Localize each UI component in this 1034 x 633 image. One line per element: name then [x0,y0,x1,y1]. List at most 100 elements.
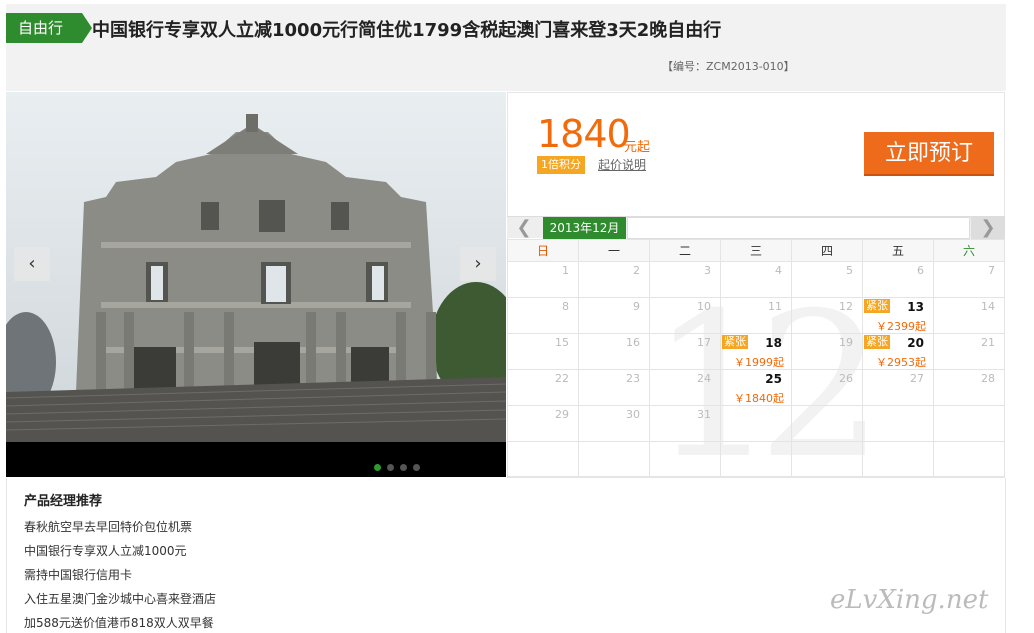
calendar-day [791,441,863,478]
brand-watermark: eLvXing.net [830,585,989,615]
calendar-week-row: 8 9 10 11 12 13 紧张 ￥2399起 14 [507,297,1005,334]
price: 1840 [537,112,631,156]
calendar-day: 28 [933,369,1005,406]
calendar-day: 26 [791,369,863,406]
calendar-day: 22 [507,369,579,406]
day-number: 30 [626,408,640,421]
weekday-header: 五 [862,239,934,262]
calendar-day: 23 [578,369,650,406]
gallery-dot[interactable] [413,464,420,471]
day-number: 8 [562,300,569,313]
day-number: 21 [981,336,995,349]
calendar-day: 27 [862,369,934,406]
day-number: 27 [910,372,924,385]
day-price: ￥2399起 [876,320,926,333]
day-number: 7 [988,264,995,277]
day-number: 11 [768,300,782,313]
price-note-link[interactable]: 起价说明 [598,156,646,173]
day-number: 2 [633,264,640,277]
calendar-day [791,405,863,442]
calendar-day: 4 [720,261,792,298]
category-tag: 自由行 [6,13,92,43]
chevron-left-icon: ‹ [28,253,36,274]
calendar-nav: ❮ 2013年12月 ❯ [507,216,1005,239]
calendar-day: 30 [578,405,650,442]
calendar-day-available[interactable]: 18 紧张 ￥1999起 [720,333,792,370]
day-price: ￥1840起 [734,392,784,405]
calendar-day: 3 [649,261,721,298]
gallery-dot[interactable] [400,464,407,471]
calendar-day: 19 [791,333,863,370]
weekday-header: 二 [649,239,721,262]
recommend-item: 春秋航空早去早回特价包位机票 [24,520,193,534]
calendar-grid: 日 一 二 三 四 五 六 1 2 3 4 5 6 7 8 9 10 11 12 13 紧张 ￥2399起 1… [507,239,1005,478]
weekday-header: 一 [578,239,650,262]
calendar-day [933,441,1005,478]
calendar-day-available[interactable]: 20 紧张 ￥2953起 [862,333,934,370]
calendar-day: 16 [578,333,650,370]
calendar-prev-button[interactable]: ❮ [507,217,541,239]
calendar-day [578,441,650,478]
gallery-next-button[interactable]: › [460,247,496,281]
calendar-week-row [507,441,1005,478]
day-number: 6 [917,264,924,277]
day-number: 28 [981,372,995,385]
calendar-body: 1 2 3 4 5 6 7 8 9 10 11 12 13 紧张 ￥2399起 14 15 16 17 18 紧张 ￥19… [507,261,1005,478]
day-number: 26 [839,372,853,385]
day-number: 16 [626,336,640,349]
day-number: 24 [697,372,711,385]
calendar-day: 24 [649,369,721,406]
day-number: 1 [562,264,569,277]
gallery-pager [374,456,426,471]
day-number: 20 [907,336,924,350]
book-now-button[interactable]: 立即预订 [864,132,994,176]
day-number: 10 [697,300,711,313]
weekday-header: 日 [507,239,579,262]
price-unit: 元起 [624,140,651,155]
calendar-week-row: 1 2 3 4 5 6 7 [507,261,1005,298]
day-number: 12 [839,300,853,313]
weekday-header: 六 [933,239,1005,262]
day-number: 15 [555,336,569,349]
calendar-day: 21 [933,333,1005,370]
calendar-day: 29 [507,405,579,442]
day-number: 9 [633,300,640,313]
product-code: 【编号：ZCM2013-010】 [662,60,795,73]
calendar-week-row: 29 30 31 [507,405,1005,442]
recommend-item: 需持中国银行信用卡 [24,568,133,582]
day-number: 29 [555,408,569,421]
calendar-day [862,441,934,478]
day-number: 23 [626,372,640,385]
day-number: 25 [765,372,782,386]
day-number: 31 [697,408,711,421]
calendar-day: 15 [507,333,579,370]
day-number: 22 [555,372,569,385]
scarcity-badge: 紧张 [864,299,890,313]
calendar-day [507,441,579,478]
calendar-next-button[interactable]: ❯ [971,217,1005,239]
day-number: 4 [775,264,782,277]
calendar-day: 7 [933,261,1005,298]
calendar-day: 12 [791,297,863,334]
points-badge: 1倍积分 [537,156,585,174]
recommend-item: 加588元送价值港币818双人双早餐 [24,616,214,630]
gallery-dot[interactable] [387,464,394,471]
calendar-day [933,405,1005,442]
gallery-dot[interactable] [374,464,381,471]
calendar-month: 2013年12月 [543,217,626,239]
recommend-title: 产品经理推荐 [24,494,103,509]
calendar-day-available[interactable]: 13 紧张 ￥2399起 [862,297,934,334]
calendar-month-bar [627,217,970,239]
weekday-header: 四 [791,239,863,262]
weekday-row: 日 一 二 三 四 五 六 [507,239,1005,262]
gallery-prev-button[interactable]: ‹ [14,247,50,281]
calendar-week-row: 22 23 24 25 ￥1840起 26 27 28 [507,369,1005,406]
calendar-day [720,441,792,478]
day-number: 19 [839,336,853,349]
day-price: ￥1999起 [734,356,784,369]
recommend-item: 中国银行专享双人立减1000元 [24,544,187,558]
calendar-day: 5 [791,261,863,298]
calendar-day-available[interactable]: 25 ￥1840起 [720,369,792,406]
scarcity-badge: 紧张 [722,335,748,349]
day-number: 5 [846,264,853,277]
